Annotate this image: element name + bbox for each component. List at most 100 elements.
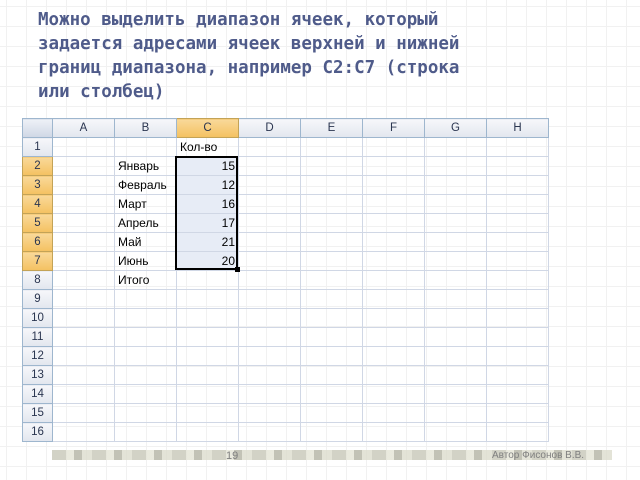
- cell[interactable]: [52, 365, 115, 385]
- select-all-corner[interactable]: [22, 118, 53, 138]
- cell[interactable]: [424, 327, 487, 347]
- cell[interactable]: [52, 327, 115, 347]
- cell[interactable]: [176, 270, 239, 290]
- col-header-e[interactable]: E: [300, 118, 363, 138]
- cell[interactable]: [238, 422, 301, 442]
- cell[interactable]: [362, 384, 425, 404]
- row-header[interactable]: 6: [22, 232, 53, 252]
- cell[interactable]: [300, 251, 363, 271]
- cell-value[interactable]: 12: [176, 175, 239, 195]
- cell[interactable]: [238, 175, 301, 195]
- cell[interactable]: [52, 213, 115, 233]
- cell[interactable]: [424, 365, 487, 385]
- row-header[interactable]: 11: [22, 327, 53, 347]
- cell[interactable]: [362, 346, 425, 366]
- row-header[interactable]: 15: [22, 403, 53, 423]
- cell[interactable]: [424, 270, 487, 290]
- cell[interactable]: [486, 403, 549, 423]
- cell[interactable]: [424, 194, 487, 214]
- cell[interactable]: [52, 289, 115, 309]
- cell[interactable]: [52, 270, 115, 290]
- row-header[interactable]: 9: [22, 289, 53, 309]
- cell[interactable]: [238, 384, 301, 404]
- cell[interactable]: [362, 422, 425, 442]
- cell[interactable]: [362, 213, 425, 233]
- cell[interactable]: [486, 213, 549, 233]
- cell[interactable]: [238, 327, 301, 347]
- row-header[interactable]: 8: [22, 270, 53, 290]
- cell[interactable]: [238, 403, 301, 423]
- cell[interactable]: [424, 384, 487, 404]
- cell[interactable]: [238, 194, 301, 214]
- cell[interactable]: [424, 137, 487, 157]
- row-header[interactable]: 1: [22, 137, 53, 157]
- cell[interactable]: [176, 384, 239, 404]
- cell[interactable]: [52, 232, 115, 252]
- cell[interactable]: [300, 175, 363, 195]
- cell[interactable]: [114, 403, 177, 423]
- col-header-b[interactable]: B: [114, 118, 177, 138]
- cell[interactable]: [362, 403, 425, 423]
- cell[interactable]: [176, 365, 239, 385]
- cell-value[interactable]: 15: [176, 156, 239, 176]
- cell[interactable]: [52, 422, 115, 442]
- cell[interactable]: [114, 422, 177, 442]
- cell[interactable]: [238, 308, 301, 328]
- cell[interactable]: [114, 137, 177, 157]
- cell[interactable]: [486, 232, 549, 252]
- cell[interactable]: [424, 156, 487, 176]
- cell[interactable]: [52, 156, 115, 176]
- cell-c1[interactable]: Кол-во: [176, 137, 239, 157]
- cell[interactable]: [486, 365, 549, 385]
- cell[interactable]: [486, 384, 549, 404]
- cell[interactable]: [362, 251, 425, 271]
- cell[interactable]: [300, 194, 363, 214]
- cell[interactable]: [486, 194, 549, 214]
- cell[interactable]: [52, 194, 115, 214]
- cell-month[interactable]: Июнь: [114, 251, 177, 271]
- col-header-d[interactable]: D: [238, 118, 301, 138]
- cell[interactable]: [486, 270, 549, 290]
- cell[interactable]: [362, 327, 425, 347]
- cell[interactable]: [300, 156, 363, 176]
- cell[interactable]: [424, 213, 487, 233]
- cell[interactable]: [238, 232, 301, 252]
- cell[interactable]: [238, 365, 301, 385]
- cell[interactable]: [362, 194, 425, 214]
- col-header-h[interactable]: H: [486, 118, 549, 138]
- cell[interactable]: [424, 232, 487, 252]
- cell[interactable]: [486, 156, 549, 176]
- cell[interactable]: [114, 384, 177, 404]
- cell[interactable]: [176, 346, 239, 366]
- cell[interactable]: [362, 289, 425, 309]
- cell[interactable]: [362, 365, 425, 385]
- cell[interactable]: [52, 137, 115, 157]
- cell[interactable]: [114, 365, 177, 385]
- cell[interactable]: [238, 251, 301, 271]
- cell[interactable]: [114, 308, 177, 328]
- cell[interactable]: [424, 308, 487, 328]
- cell-value[interactable]: 16: [176, 194, 239, 214]
- cell-total-label[interactable]: Итого: [114, 270, 177, 290]
- cell[interactable]: [424, 289, 487, 309]
- cell-value[interactable]: 17: [176, 213, 239, 233]
- col-header-g[interactable]: G: [424, 118, 487, 138]
- cell[interactable]: [238, 346, 301, 366]
- cell[interactable]: [300, 289, 363, 309]
- cell[interactable]: [300, 384, 363, 404]
- cell[interactable]: [486, 422, 549, 442]
- cell[interactable]: [424, 175, 487, 195]
- row-header[interactable]: 4: [22, 194, 53, 214]
- col-header-c[interactable]: C: [176, 118, 239, 138]
- cell[interactable]: [300, 308, 363, 328]
- cell[interactable]: [300, 327, 363, 347]
- cell[interactable]: [486, 327, 549, 347]
- row-header[interactable]: 12: [22, 346, 53, 366]
- col-header-f[interactable]: F: [362, 118, 425, 138]
- cell[interactable]: [486, 251, 549, 271]
- cell[interactable]: [176, 308, 239, 328]
- cell-month[interactable]: Январь: [114, 156, 177, 176]
- cell[interactable]: [424, 346, 487, 366]
- row-header[interactable]: 14: [22, 384, 53, 404]
- cell[interactable]: [486, 289, 549, 309]
